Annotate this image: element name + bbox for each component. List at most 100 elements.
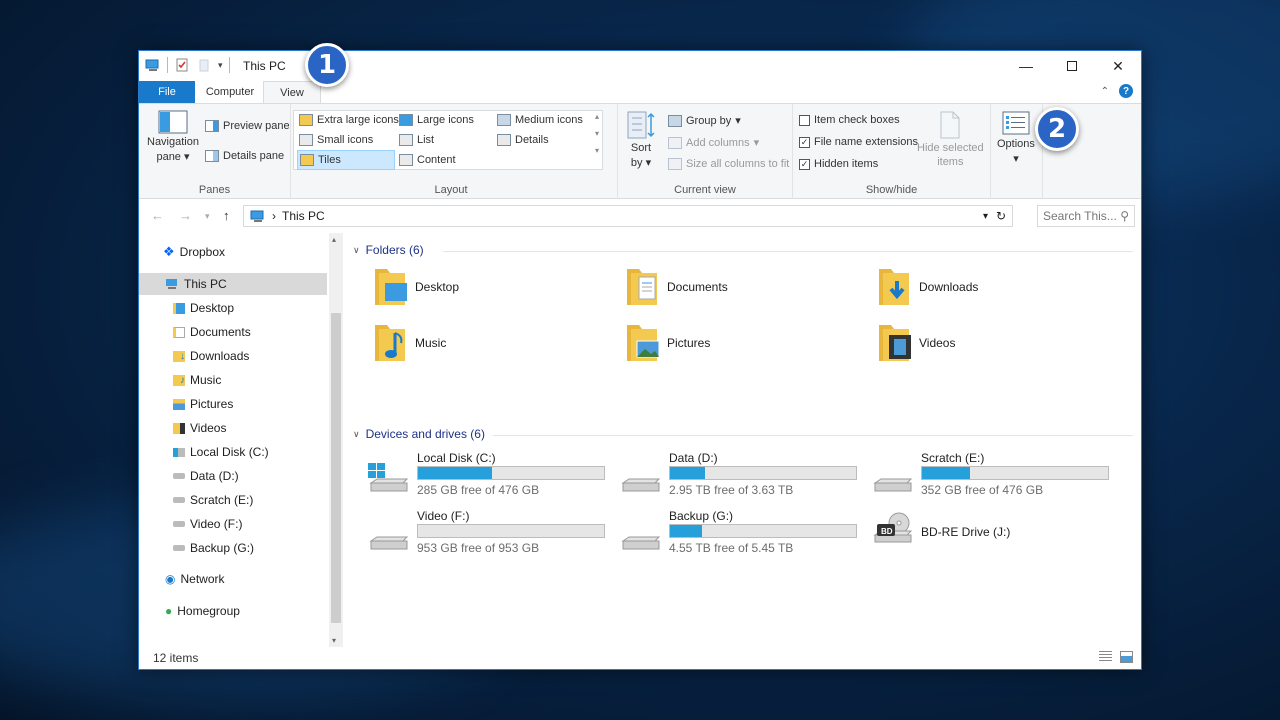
checkbox-checked-icon[interactable]: ✓ (799, 136, 810, 148)
group-by-button[interactable]: Group by ▾ (668, 114, 741, 127)
maximize-button[interactable] (1049, 51, 1095, 81)
nav-item-music[interactable]: ♪ Music (139, 369, 327, 391)
customize-toolbar-icon[interactable]: ▾ (218, 60, 223, 71)
scroll-up-icon[interactable]: ▴ (595, 112, 599, 121)
address-dropdown-icon[interactable]: ▾ (983, 211, 988, 222)
drive-scratch-e[interactable]: Scratch (E:) 352 GB free of 476 GB (871, 451, 1111, 501)
search-input[interactable]: Search This... (1043, 209, 1117, 223)
layout-group-label: Layout (434, 184, 468, 196)
properties-icon[interactable] (174, 57, 190, 73)
drive-video-f[interactable]: Video (F:) 953 GB free of 953 GB (367, 509, 607, 559)
checkbox-unchecked-icon[interactable] (799, 114, 810, 126)
collapse-ribbon-icon[interactable]: ⌃ (1101, 86, 1109, 97)
medium-icons-option[interactable]: Medium icons (497, 114, 583, 126)
hidden-items-toggle[interactable]: ✓ Hidden items (799, 158, 878, 170)
documents-folder-icon (173, 326, 185, 338)
sort-by-button[interactable]: Sort by ▾ (626, 110, 656, 169)
large-icons-option[interactable]: Large icons (399, 114, 474, 126)
new-folder-icon[interactable] (196, 57, 212, 73)
tab-computer[interactable]: Computer (197, 81, 263, 103)
navigation-scrollbar[interactable]: ▴ ▾ (329, 233, 343, 647)
folder-videos[interactable]: Videos (877, 323, 955, 363)
nav-item-homegroup[interactable]: ● Homegroup (139, 600, 327, 622)
layout-gallery-scroll[interactable]: ▴ ▾ ▾ (595, 112, 599, 155)
details-view-icon[interactable] (1099, 651, 1112, 663)
drive-local-disk-c[interactable]: Local Disk (C:) 285 GB free of 476 GB (367, 451, 607, 501)
help-icon[interactable]: ? (1119, 84, 1133, 98)
collapse-chevron-icon[interactable]: ∨ (353, 245, 360, 256)
nav-item-downloads[interactable]: ↓ Downloads (139, 345, 327, 367)
folder-music[interactable]: Music (373, 323, 446, 363)
scroll-down-icon[interactable]: ▾ (332, 636, 336, 645)
callout-badge-2: 2 (1035, 107, 1079, 151)
expand-gallery-icon[interactable]: ▾ (595, 146, 599, 155)
collapse-chevron-icon[interactable]: ∨ (353, 429, 360, 440)
breadcrumb-this-pc[interactable]: This PC (282, 209, 325, 223)
bd-badge: BD (881, 527, 893, 536)
medium-icons-label: Medium icons (515, 114, 583, 126)
nav-item-this-pc[interactable]: This PC (139, 273, 327, 295)
folders-section-header[interactable]: ∨ Folders (6) (353, 243, 424, 257)
list-option[interactable]: List (399, 134, 434, 146)
large-icons-view-icon[interactable] (1120, 651, 1133, 663)
nav-item-pictures[interactable]: Pictures (139, 393, 327, 415)
drive-data-d[interactable]: Data (D:) 2.95 TB free of 3.63 TB (619, 451, 859, 501)
tiles-icon (300, 154, 314, 166)
small-icons-option[interactable]: Small icons (299, 134, 373, 146)
up-arrow-icon[interactable]: ↑ (223, 208, 230, 223)
scrollbar-thumb[interactable] (331, 313, 341, 623)
content-option[interactable]: Content (399, 154, 456, 166)
nav-item-local-disk[interactable]: Local Disk (C:) (139, 441, 327, 463)
drive-free-space: 4.55 TB free of 5.45 TB (669, 541, 794, 555)
nav-item-desktop[interactable]: Desktop (139, 297, 327, 319)
checkbox-checked-icon[interactable]: ✓ (799, 158, 810, 170)
drive-icon (369, 536, 409, 550)
size-columns-icon (668, 158, 682, 170)
drive-bd-re-j[interactable]: BD BD-RE Drive (J:) (871, 509, 1111, 559)
folder-documents[interactable]: Documents (625, 267, 728, 307)
nav-item-documents[interactable]: Documents (139, 321, 327, 343)
close-button[interactable]: ✕ (1095, 51, 1141, 81)
navigation-pane-button[interactable]: Navigation pane ▾ (147, 110, 199, 163)
nav-item-videos[interactable]: Videos (139, 417, 327, 439)
back-arrow-icon[interactable]: ← (151, 208, 164, 223)
nav-item-dropbox[interactable]: ❖ Dropbox (139, 241, 327, 263)
options-button[interactable]: Options ▾ (997, 110, 1035, 165)
nav-item-network[interactable]: ◉ Network (139, 568, 327, 590)
hide-selected-items-button[interactable]: Hide selected items (917, 110, 984, 168)
folder-pictures[interactable]: Pictures (625, 323, 710, 363)
tab-view[interactable]: View (263, 81, 321, 103)
list-label: List (417, 134, 435, 146)
refresh-icon[interactable]: ↻ (996, 209, 1006, 223)
tiles-option[interactable]: Tiles (297, 150, 395, 170)
tab-file[interactable]: File (139, 81, 195, 103)
status-bar: 12 items (139, 647, 1141, 669)
scroll-down-icon[interactable]: ▾ (595, 129, 599, 138)
devices-section-header[interactable]: ∨ Devices and drives (6) (353, 427, 485, 441)
recent-locations-icon[interactable]: ▾ (205, 211, 210, 222)
nav-item-scratch[interactable]: Scratch (E:) (139, 489, 327, 511)
folder-downloads[interactable]: Downloads (877, 267, 978, 307)
size-all-columns-button[interactable]: Size all columns to fit (668, 158, 789, 170)
nav-item-video[interactable]: Video (F:) (139, 513, 327, 535)
folder-desktop[interactable]: Desktop (373, 267, 459, 307)
scroll-up-icon[interactable]: ▴ (332, 235, 336, 244)
extra-large-icons-option[interactable]: Extra large icons (299, 114, 399, 126)
add-columns-button[interactable]: Add columns ▾ (668, 136, 759, 149)
breadcrumb-chevron-icon[interactable]: › (272, 209, 276, 223)
drive-usage-bar (417, 524, 605, 538)
address-box[interactable]: › This PC ▾ ↻ (243, 205, 1013, 227)
forward-arrow-icon[interactable]: → (179, 208, 192, 223)
bluray-drive-icon (873, 512, 913, 543)
details-option[interactable]: Details (497, 134, 549, 146)
details-pane-button[interactable]: Details pane (205, 150, 284, 162)
nav-item-data[interactable]: Data (D:) (139, 465, 327, 487)
search-box[interactable]: Search This... ⚲ (1037, 205, 1135, 227)
preview-pane-button[interactable]: Preview pane (205, 120, 290, 132)
file-name-extensions-toggle[interactable]: ✓ File name extensions (799, 136, 918, 148)
drive-backup-g[interactable]: Backup (G:) 4.55 TB free of 5.45 TB (619, 509, 859, 559)
nav-item-backup[interactable]: Backup (G:) (139, 537, 327, 559)
item-check-boxes-toggle[interactable]: Item check boxes (799, 114, 900, 126)
content-icon (399, 154, 413, 166)
minimize-button[interactable]: — (1003, 51, 1049, 81)
